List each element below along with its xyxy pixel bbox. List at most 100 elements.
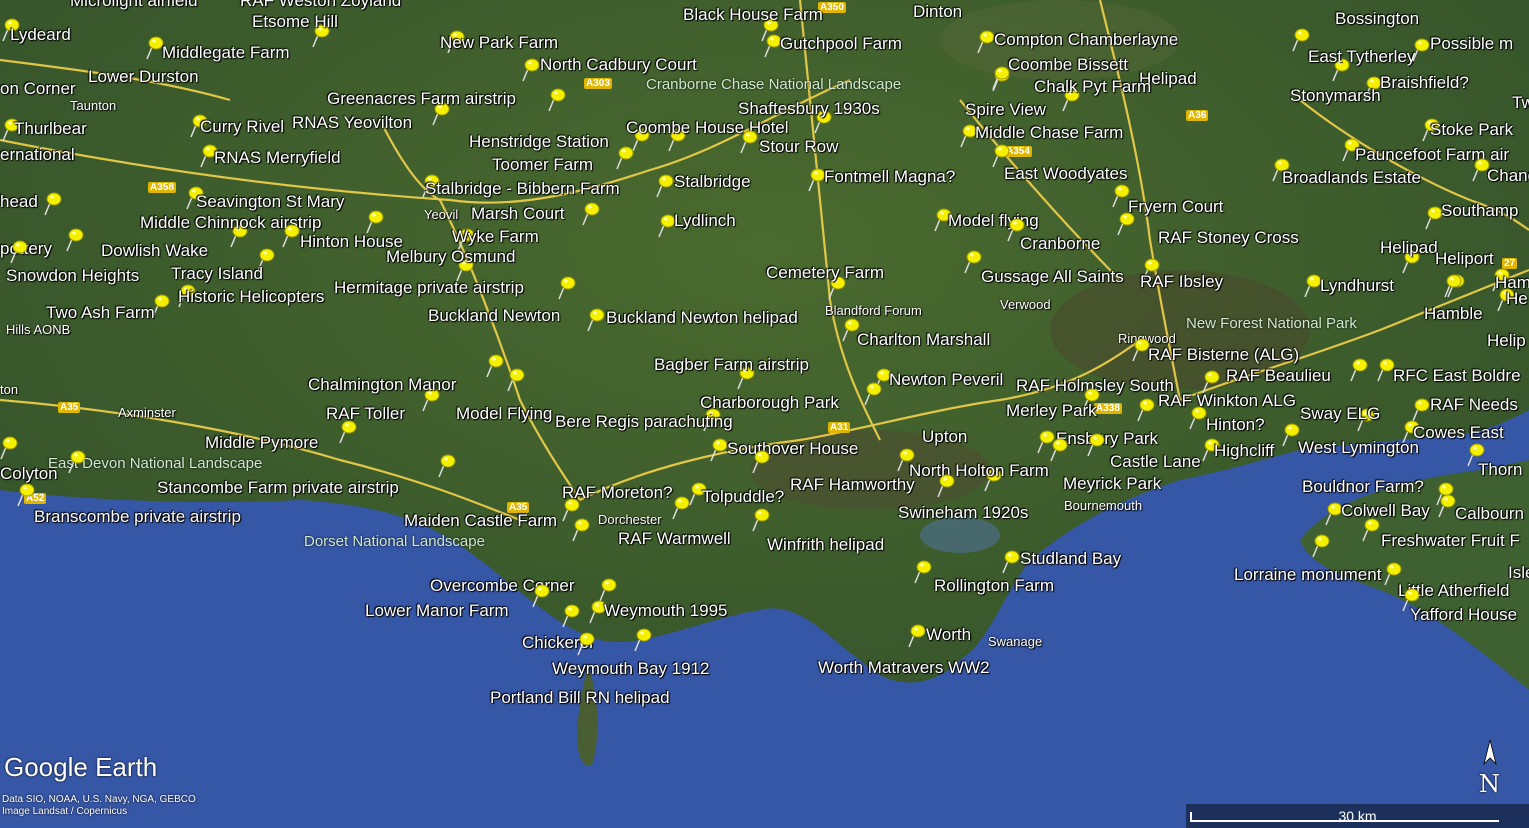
placemark-label[interactable]: Stonymarsh [1290,87,1381,104]
placemark-label[interactable]: Dowlish Wake [101,242,208,259]
placemark-label[interactable]: Middle Pymore [205,434,318,451]
placemark-label[interactable]: Southover House [727,440,858,457]
map-view[interactable]: Cranborne Chase National Landscape East … [0,0,1529,828]
placemark-label[interactable]: RAF Ibsley [1140,273,1223,290]
placemark-label[interactable]: Cranborne [1020,235,1100,252]
placemark-label[interactable]: RNAS Merryfield [214,149,341,166]
placemark-label[interactable]: Bere Regis parachuting [555,413,733,430]
placemark-label[interactable]: Possible m [1430,35,1513,52]
placemark-label[interactable]: Buckland Newton helipad [606,309,798,326]
pushpin-icon[interactable] [570,516,596,542]
placemark-label[interactable]: Hinton? [1206,416,1265,433]
placemark-label[interactable]: Fontmell Magna? [824,168,955,185]
placemark-label[interactable]: Lyndhurst [1320,277,1394,294]
placemark-label[interactable]: Stalbridge - Bibbern Farm [425,180,620,197]
placemark-label[interactable]: West Lymington [1298,439,1419,456]
pushpin-icon[interactable] [530,582,556,608]
placemark-label[interactable]: Stalbridge [674,173,751,190]
pushpin-icon[interactable] [1115,210,1141,236]
placemark-label[interactable]: Shaftesbury 1930s [738,100,880,117]
placemark-label[interactable]: Weymouth Bay 1912 [552,660,710,677]
placemark-label[interactable]: Newton Peveril [889,371,1003,388]
placemark-label[interactable]: RAF Stoney Cross [1158,229,1299,246]
placemark-label[interactable]: Melbury Osmund [386,248,515,265]
placemark-label[interactable]: Worth [926,626,971,643]
placemark-label[interactable]: Lower Manor Farm [365,602,509,619]
placemark-label[interactable]: RFC East Boldre [1393,367,1521,384]
pushpin-icon[interactable] [575,630,601,656]
placemark-label[interactable]: Curry Rivel [200,118,284,135]
placemark-label[interactable]: Lorraine monument [1234,566,1381,583]
placemark-label[interactable]: RAF Needs [1430,396,1518,413]
pushpin-icon[interactable] [862,380,888,406]
placemark-label[interactable]: RAF Weston Zoyland [240,0,401,9]
placemark-label[interactable]: Chandle [1487,167,1529,184]
pushpin-icon[interactable] [560,602,586,628]
placemark-label[interactable]: Bouldnor Farm? [1302,478,1424,495]
placemark-label[interactable]: RAF Toller [326,405,405,422]
placemark-label[interactable]: Freshwater Fruit F [1381,532,1520,549]
placemark-label[interactable]: Stour Row [759,138,838,155]
pushpin-icon[interactable] [580,200,606,226]
placemark-label[interactable]: Compton Chamberlayne [994,31,1178,48]
placemark-label[interactable]: Southamp [1441,202,1519,219]
placemark-label[interactable]: Worth Matravers WW2 [818,659,990,676]
placemark-label[interactable]: Toomer Farm [492,156,593,173]
pushpin-icon[interactable] [632,626,658,652]
placemark-label[interactable]: East Woodyates [1004,165,1127,182]
pushpin-icon[interactable] [8,238,34,264]
placemark-label[interactable]: Thurlbear [14,120,87,137]
placemark-label[interactable]: Chalk Pyt Farm [1034,78,1151,95]
placemark-label[interactable]: Middle Chase Farm [975,124,1123,141]
pushpin-icon[interactable] [1085,431,1111,457]
placemark-label[interactable]: RAF Beaulieu [1226,367,1331,384]
placemark-label[interactable]: Etsome Hill [252,13,338,30]
placemark-label[interactable]: RAF Winkton ALG [1158,392,1296,409]
placemark-label[interactable]: Tracy Island [171,265,263,282]
placemark-label[interactable]: Historic Helicopters [178,288,324,305]
placemark-label[interactable]: Meyrick Park [1063,475,1161,492]
placemark-label[interactable]: Two Ash Farm [46,304,155,321]
placemark-label[interactable]: Highcliff [1214,442,1274,459]
placemark-label[interactable]: Gutchpool Farm [780,35,902,52]
placemark-label[interactable]: He [1506,290,1528,307]
placemark-label[interactable]: Cowes East [1413,424,1504,441]
placemark-label[interactable]: Swineham 1920s [898,504,1028,521]
placemark-label[interactable]: on Corner [0,80,76,97]
placemark-label[interactable]: North Holton Farm [909,462,1049,479]
placemark-label[interactable]: North Cadbury Court [540,56,697,73]
placemark-label[interactable]: Weymouth 1995 [604,602,727,619]
placemark-label[interactable]: RAF Bisterne (ALG) [1148,346,1299,363]
placemark-label[interactable]: Model Flying [456,405,552,422]
pushpin-icon[interactable] [364,208,390,234]
placemark-label[interactable]: Colyton [0,465,58,482]
pushpin-icon[interactable] [990,64,1016,90]
pushpin-icon[interactable] [750,448,776,474]
placemark-label[interactable]: Braishfield? [1380,74,1469,91]
placemark-label[interactable]: Coombe House Hotel [626,119,789,136]
placemark-label[interactable]: Lower Durston [88,68,199,85]
placemark-label[interactable]: Thorn [1478,461,1522,478]
placemark-label[interactable]: Fryern Court [1128,198,1223,215]
placemark-label[interactable]: Stancombe Farm private airstrip [157,479,399,496]
placemark-label[interactable]: Studland Bay [1020,550,1121,567]
pushpin-icon[interactable] [1348,356,1374,382]
placemark-label[interactable]: Helipad [1380,239,1438,256]
placemark-label[interactable]: RAF Warmwell [618,530,731,547]
placemark-label[interactable]: Seavington St Mary [196,193,344,210]
pushpin-icon[interactable] [15,481,41,507]
placemark-label[interactable]: Broadlands Estate [1282,169,1421,186]
placemark-label[interactable]: Branscombe private airstrip [34,508,241,525]
pushpin-icon[interactable] [614,144,640,170]
placemark-label[interactable]: Hermitage private airstrip [334,279,524,296]
placemark-label[interactable]: Castle Lane [1110,453,1201,470]
placemark-label[interactable]: RNAS Yeovilton [292,114,412,131]
placemark-label[interactable]: Merley Park [1006,402,1097,419]
pushpin-icon[interactable] [1442,272,1468,298]
placemark-label[interactable]: Stoke Park [1430,121,1513,138]
placemark-label[interactable]: Coombe Bissett [1008,56,1128,73]
placemark-label[interactable]: Helip [1487,332,1526,349]
placemark-label[interactable]: Marsh Court [471,205,565,222]
placemark-label[interactable]: Heliport [1435,250,1494,267]
placemark-label[interactable]: Tw [1512,94,1529,111]
